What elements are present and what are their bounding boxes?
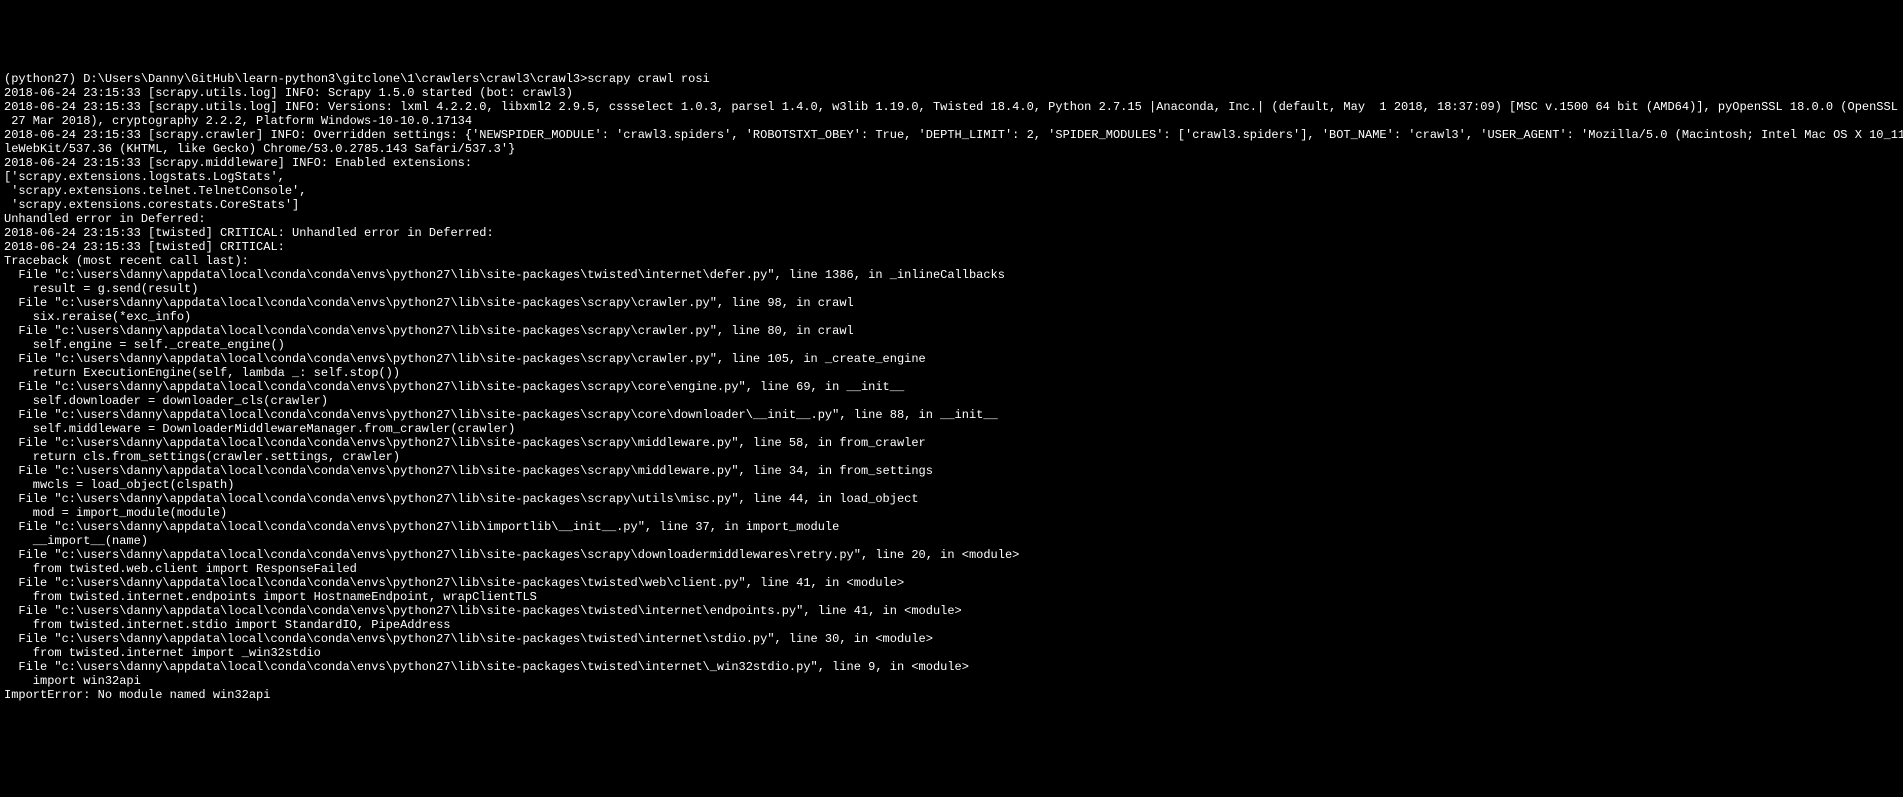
terminal-line: File "c:\users\danny\appdata\local\conda…: [4, 464, 1899, 478]
terminal-line: File "c:\users\danny\appdata\local\conda…: [4, 632, 1899, 646]
terminal-line: File "c:\users\danny\appdata\local\conda…: [4, 408, 1899, 422]
terminal-line: from twisted.web.client import ResponseF…: [4, 562, 1899, 576]
terminal-line: File "c:\users\danny\appdata\local\conda…: [4, 660, 1899, 674]
terminal-line: File "c:\users\danny\appdata\local\conda…: [4, 268, 1899, 282]
terminal-line: self.downloader = downloader_cls(crawler…: [4, 394, 1899, 408]
terminal-line: File "c:\users\danny\appdata\local\conda…: [4, 296, 1899, 310]
terminal-line: from twisted.internet.stdio import Stand…: [4, 618, 1899, 632]
terminal-line: __import__(name): [4, 534, 1899, 548]
terminal-line: result = g.send(result): [4, 282, 1899, 296]
terminal-line: from twisted.internet import _win32stdio: [4, 646, 1899, 660]
terminal-line: File "c:\users\danny\appdata\local\conda…: [4, 576, 1899, 590]
terminal-line: File "c:\users\danny\appdata\local\conda…: [4, 352, 1899, 366]
terminal-line: six.reraise(*exc_info): [4, 310, 1899, 324]
terminal-line: File "c:\users\danny\appdata\local\conda…: [4, 548, 1899, 562]
terminal-line: ImportError: No module named win32api: [4, 688, 1899, 702]
terminal-output[interactable]: (python27) D:\Users\Danny\GitHub\learn-p…: [0, 70, 1903, 727]
terminal-line: return ExecutionEngine(self, lambda _: s…: [4, 366, 1899, 380]
terminal-line: Unhandled error in Deferred:: [4, 212, 1899, 226]
terminal-line: leWebKit/537.36 (KHTML, like Gecko) Chro…: [4, 142, 1899, 156]
terminal-line: 'scrapy.extensions.corestats.CoreStats']: [4, 198, 1899, 212]
terminal-line: 2018-06-24 23:15:33 [scrapy.middleware] …: [4, 156, 1899, 170]
terminal-line: mwcls = load_object(clspath): [4, 478, 1899, 492]
terminal-line: File "c:\users\danny\appdata\local\conda…: [4, 324, 1899, 338]
terminal-line: self.engine = self._create_engine(): [4, 338, 1899, 352]
terminal-line: File "c:\users\danny\appdata\local\conda…: [4, 436, 1899, 450]
terminal-line: 2018-06-24 23:15:33 [twisted] CRITICAL:: [4, 240, 1899, 254]
terminal-line: 27 Mar 2018), cryptography 2.2.2, Platfo…: [4, 114, 1899, 128]
terminal-line: return cls.from_settings(crawler.setting…: [4, 450, 1899, 464]
terminal-line: 2018-06-24 23:15:33 [scrapy.crawler] INF…: [4, 128, 1899, 142]
terminal-line: self.middleware = DownloaderMiddlewareMa…: [4, 422, 1899, 436]
terminal-line: 2018-06-24 23:15:33 [scrapy.utils.log] I…: [4, 86, 1899, 100]
terminal-line: 2018-06-24 23:15:33 [twisted] CRITICAL: …: [4, 226, 1899, 240]
terminal-line: ['scrapy.extensions.logstats.LogStats',: [4, 170, 1899, 184]
terminal-line: File "c:\users\danny\appdata\local\conda…: [4, 380, 1899, 394]
terminal-line: File "c:\users\danny\appdata\local\conda…: [4, 604, 1899, 618]
terminal-line: File "c:\users\danny\appdata\local\conda…: [4, 520, 1899, 534]
terminal-line: 'scrapy.extensions.telnet.TelnetConsole'…: [4, 184, 1899, 198]
terminal-line: import win32api: [4, 674, 1899, 688]
terminal-line: File "c:\users\danny\appdata\local\conda…: [4, 492, 1899, 506]
terminal-line: Traceback (most recent call last):: [4, 254, 1899, 268]
terminal-line: (python27) D:\Users\Danny\GitHub\learn-p…: [4, 72, 1899, 86]
terminal-line: 2018-06-24 23:15:33 [scrapy.utils.log] I…: [4, 100, 1899, 114]
terminal-line: from twisted.internet.endpoints import H…: [4, 590, 1899, 604]
terminal-line: mod = import_module(module): [4, 506, 1899, 520]
